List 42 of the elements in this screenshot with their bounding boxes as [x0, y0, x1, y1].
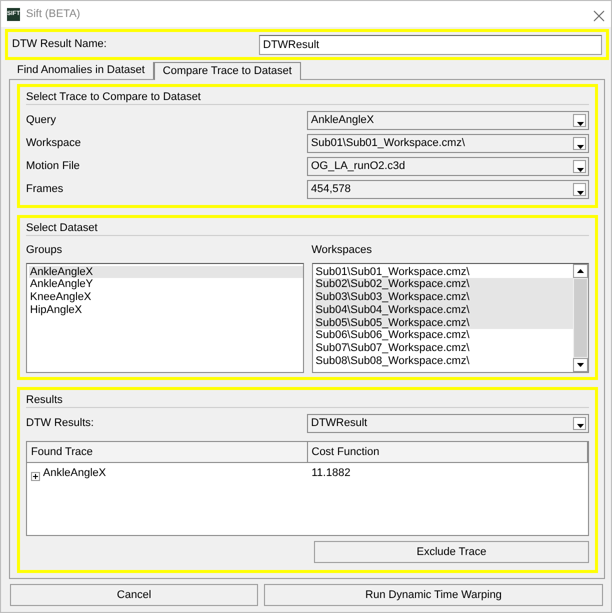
dialog-button[interactable]: Run Dynamic Time Warping: [264, 584, 603, 606]
window-title: Sift (BETA): [26, 6, 80, 22]
field-label: Motion File: [26, 159, 81, 174]
list-item[interactable]: Sub04\Sub04_Workspace.cmz\: [314, 304, 573, 317]
field-label: Workspace: [26, 136, 82, 152]
field-label: Frames: [26, 182, 64, 198]
scroll-down-icon[interactable]: [573, 358, 588, 372]
list-item[interactable]: Sub03\Sub03_Workspace.cmz\: [314, 291, 573, 304]
field-label: DTW Results:: [26, 416, 95, 431]
dropdown[interactable]: Sub01\Sub01_Workspace.cmz\: [307, 134, 589, 153]
group-title: Select Dataset: [26, 222, 98, 234]
column-header[interactable]: Found Trace: [27, 442, 308, 463]
list-item[interactable]: Sub02\Sub02_Workspace.cmz\: [314, 278, 573, 292]
field-label: Query: [26, 113, 57, 128]
list-item[interactable]: AnkleAngleX: [29, 266, 302, 278]
list-item[interactable]: Sub07\Sub07_Workspace.cmz\: [314, 342, 573, 356]
table-cell-text: 11.1882: [312, 466, 350, 481]
result-name-field[interactable]: DTWResult: [259, 34, 602, 54]
table-cell-text: AnkleAngleX: [43, 466, 106, 481]
dropdown[interactable]: AnkleAngleX: [307, 111, 589, 130]
list-label: Groups: [26, 243, 64, 258]
tab[interactable]: Compare Trace to Dataset: [154, 62, 301, 80]
dropdown[interactable]: OG_LA_runO2.c3d: [307, 157, 589, 176]
dropdown[interactable]: DTWResult: [307, 414, 589, 432]
list-item[interactable]: Sub06\Sub06_Workspace.cmz\: [314, 329, 573, 342]
list-item[interactable]: Sub01\Sub01_Workspace.cmz\: [314, 266, 573, 278]
list-item[interactable]: HipAngleX: [29, 304, 302, 317]
list-item[interactable]: KneeAngleX: [29, 291, 302, 304]
dropdown[interactable]: 454,578: [307, 180, 589, 199]
close-icon[interactable]: [593, 8, 605, 20]
group-title: Select Trace to Compare to Dataset: [26, 91, 201, 103]
list-item[interactable]: Sub05\Sub05_Workspace.cmz\: [314, 316, 573, 330]
field-label: DTW Result Name:: [12, 37, 108, 52]
column-header[interactable]: Cost Function: [308, 442, 588, 463]
list-label: Workspaces: [312, 243, 373, 258]
scroll-up-icon[interactable]: [573, 264, 588, 278]
list-item[interactable]: Sub08\Sub08_Workspace.cmz\: [314, 355, 573, 368]
group-title: Results: [26, 394, 63, 406]
list-item[interactable]: AnkleAngleY: [29, 278, 302, 292]
dialog-button[interactable]: Cancel: [10, 584, 258, 606]
exclude-trace-button[interactable]: Exclude Trace: [314, 541, 589, 563]
scrollbar-thumb[interactable]: [574, 278, 587, 356]
